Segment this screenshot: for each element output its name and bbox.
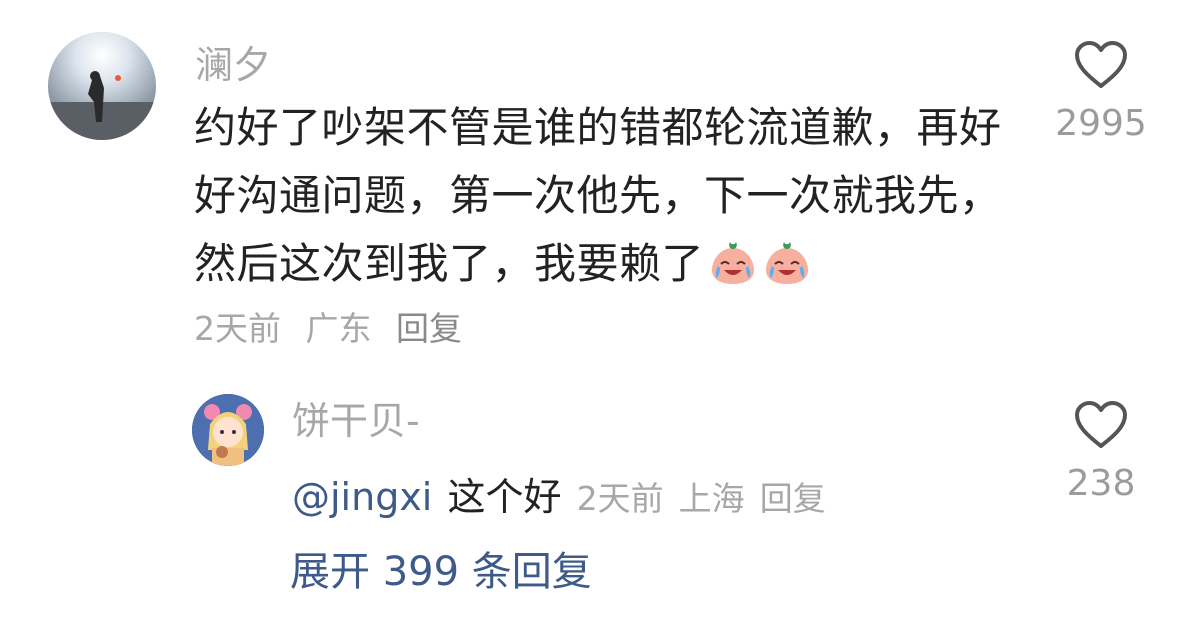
comment-body: 约好了吵架不管是谁的错都轮流道歉，再好 好沟通问题，第一次他先，下一次就我先， … — [194, 94, 1024, 298]
comment-reply-button[interactable]: 回复 — [396, 309, 462, 348]
comment-like-count: 2995 — [1055, 103, 1147, 144]
expand-replies-button[interactable]: 展开 399 条回复 — [290, 552, 592, 592]
reply-avatar[interactable] — [192, 394, 264, 466]
reply-text: 这个好 — [447, 475, 562, 519]
crying-laughing-peach-emoji — [708, 238, 758, 288]
commenter-avatar[interactable] — [48, 32, 156, 140]
reply-reply-button[interactable]: 回复 — [760, 479, 826, 518]
reply-like-count: 238 — [1066, 463, 1136, 504]
heart-icon — [1075, 41, 1127, 88]
reply-location: 上海 — [678, 479, 745, 518]
comment-location: 广东 — [305, 309, 372, 348]
crying-laughing-peach-emoji — [762, 238, 812, 288]
comment-like-button[interactable]: 2995 — [1041, 40, 1161, 142]
comment-line-1: 约好了吵架不管是谁的错都轮流道歉，再好 — [194, 103, 1002, 152]
reply-mention-link[interactable]: @jingxi — [292, 475, 432, 519]
reply-body: @jingxi 这个好 2天前 上海 回复 — [292, 466, 826, 521]
comment-line-2: 好沟通问题，第一次他先，下一次就我先， — [194, 171, 1002, 220]
reply-like-button[interactable]: 238 — [1041, 400, 1161, 502]
heart-icon — [1075, 401, 1127, 448]
commenter-username[interactable]: 澜夕 — [195, 46, 271, 84]
reply-time: 2天前 — [576, 479, 664, 518]
comment-time: 2天前 — [194, 309, 281, 348]
reply-username[interactable]: 饼干贝- — [292, 402, 420, 440]
comment-meta: 2天前 广东 回复 — [194, 312, 476, 345]
comment-line-3: 然后这次到我了，我要赖了 — [194, 230, 1024, 298]
